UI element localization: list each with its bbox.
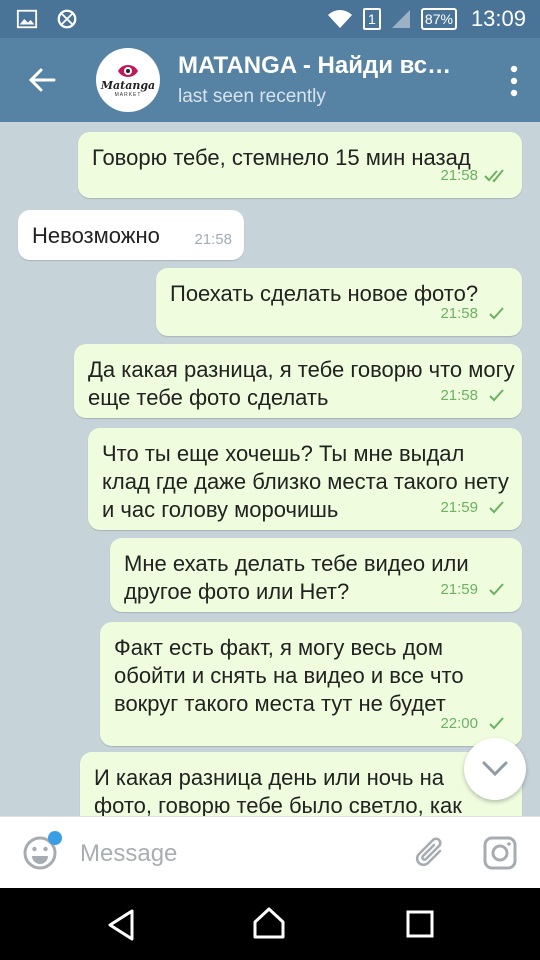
message-bubble[interactable]: Поехать сделать новое фото? 21:58 <box>156 268 522 336</box>
chevron-down-icon <box>482 761 508 777</box>
message-text: И какая разница день или ночь на фото, г… <box>94 765 462 816</box>
wifi-icon <box>327 10 352 28</box>
nav-recents-icon[interactable] <box>406 910 434 938</box>
message-bubble[interactable]: Невозможно 21:58 <box>18 210 244 260</box>
arrow-left-icon[interactable] <box>24 62 60 98</box>
chat-title[interactable]: MATANGA - Найди вс… <box>178 52 478 80</box>
message-bubble[interactable]: Что ты еще хочешь? Ты мне выдал клад где… <box>88 428 522 530</box>
status-time: 13:09 <box>470 6 526 31</box>
avatar[interactable]: Matanga MARKET <box>96 48 160 112</box>
message-meta: 21:59 <box>440 494 508 522</box>
data-saver-icon <box>57 9 77 29</box>
message-text: Говорю тебе, стемнело 15 мин назад <box>92 145 471 170</box>
message-meta: 21:58 <box>440 162 508 190</box>
message-time: 21:59 <box>440 581 478 598</box>
message-composer <box>0 816 540 889</box>
nav-home-icon[interactable] <box>252 906 286 940</box>
sim-indicator: 1 <box>362 8 381 30</box>
message-bubble[interactable]: И какая разница день или ночь на фото, г… <box>80 752 522 816</box>
scroll-to-bottom-button[interactable] <box>464 738 526 800</box>
message-input[interactable] <box>78 835 382 873</box>
message-meta: 21:58 <box>194 226 232 254</box>
message-list[interactable]: Говорю тебе, стемнело 15 мин назад 21:58… <box>0 122 540 816</box>
matanga-logo-icon <box>118 65 138 77</box>
signal-icon <box>391 10 410 28</box>
check-icon <box>489 717 504 730</box>
message-meta: 21:58 <box>440 300 508 328</box>
message-time: 21:58 <box>194 231 232 248</box>
chat-header: Matanga MARKET MATANGA - Найди вс… last … <box>0 38 540 122</box>
message-meta: 21:58 <box>440 382 508 410</box>
check-icon <box>489 389 504 402</box>
message-time: 21:58 <box>440 167 478 184</box>
check-icon <box>489 583 504 596</box>
message-bubble[interactable]: Мне ехать делать тебе видео или другое ф… <box>110 538 522 612</box>
system-navigation-bar <box>0 888 540 960</box>
double-check-icon <box>484 169 504 183</box>
chat-status: last seen recently <box>178 86 326 107</box>
check-icon <box>489 307 504 320</box>
avatar-logo-sub: MARKET <box>114 92 142 98</box>
message-text: Факт есть факт, я могу весь дом обойти и… <box>114 635 464 716</box>
gallery-notification-icon <box>16 9 38 29</box>
check-icon <box>489 501 504 514</box>
message-bubble[interactable]: Факт есть факт, я могу весь дом обойти и… <box>100 622 522 746</box>
message-time: 21:59 <box>440 499 478 516</box>
status-bar: 1 87% 13:09 <box>0 0 540 38</box>
message-meta: 22:00 <box>440 710 508 738</box>
message-time: 22:00 <box>440 715 478 732</box>
instagram-camera-icon[interactable] <box>482 835 518 871</box>
paperclip-icon[interactable] <box>414 835 448 871</box>
nav-back-icon[interactable] <box>106 908 136 942</box>
notification-dot <box>48 831 62 845</box>
avatar-logo-text: Matanga <box>100 79 156 92</box>
message-bubble[interactable]: Говорю тебе, стемнело 15 мин назад 21:58 <box>78 132 522 198</box>
message-text: Поехать сделать новое фото? <box>170 281 479 306</box>
message-time: 21:58 <box>440 387 478 404</box>
message-text: Невозможно <box>32 223 160 248</box>
message-bubble[interactable]: Да какая разница, я тебе говорю что могу… <box>74 344 522 418</box>
message-meta: 21:59 <box>440 576 508 604</box>
battery-indicator: 87% <box>420 8 457 30</box>
message-time: 21:58 <box>440 305 478 322</box>
more-vert-icon[interactable] <box>510 64 518 98</box>
